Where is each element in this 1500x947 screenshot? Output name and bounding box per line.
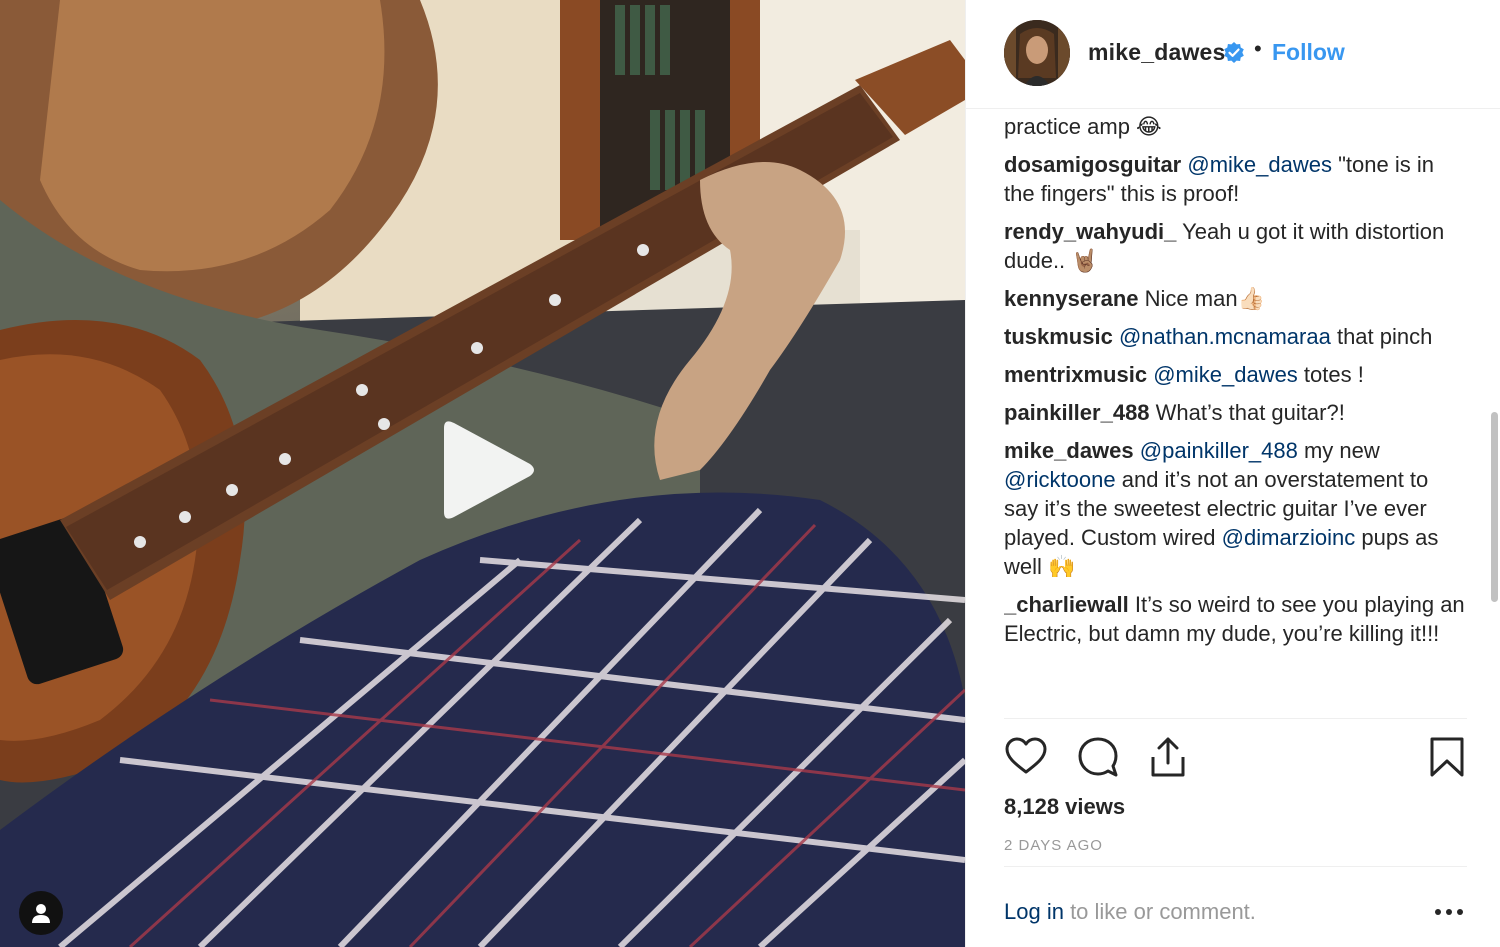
more-icon: [1435, 909, 1463, 915]
play-button[interactable]: [438, 418, 538, 522]
comment-username[interactable]: dosamigosguitar: [1004, 152, 1181, 177]
header-separator: •: [1254, 36, 1262, 61]
like-button[interactable]: [1004, 735, 1048, 781]
bookmark-button[interactable]: [1425, 735, 1469, 781]
comment-item: rendy_wahyudi_ Yeah u got it with distor…: [1004, 217, 1467, 275]
username-link[interactable]: mike_dawes: [1088, 39, 1226, 66]
bookmark-icon: [1430, 737, 1464, 777]
login-link[interactable]: Log in: [1004, 899, 1064, 924]
verified-icon: [1224, 42, 1244, 63]
share-icon: [1151, 737, 1185, 777]
comment-text: totes !: [1297, 362, 1364, 387]
comment-item: dosamigosguitar @mike_dawes "tone is in …: [1004, 150, 1467, 208]
scroll-thumb[interactable]: [1491, 412, 1498, 602]
more-options-button[interactable]: [1432, 900, 1466, 924]
view-count[interactable]: 8,128 views: [1004, 794, 1125, 820]
comment-username[interactable]: _charliewall: [1004, 592, 1129, 617]
share-button[interactable]: [1146, 735, 1190, 781]
comment-item: tuskmusic @nathan.mcnamaraa that pinch: [1004, 322, 1467, 351]
user-tag-button[interactable]: [19, 891, 63, 935]
comment-button[interactable]: [1076, 735, 1120, 781]
comment-mention[interactable]: @ricktoone: [1004, 467, 1116, 492]
comment-item: painkiller_488 What’s that guitar?!: [1004, 398, 1467, 427]
post: mike_dawes • Follow practice amp 😂 dosam…: [0, 0, 1500, 947]
login-prompt-text: to like or comment.: [1063, 899, 1256, 924]
comment-mention[interactable]: @painkiller_488: [1140, 438, 1298, 463]
comment-username[interactable]: kennyserane: [1004, 286, 1139, 311]
comment-item: mentrixmusic @mike_dawes totes !: [1004, 360, 1467, 389]
comment-item: practice amp 😂: [1004, 112, 1467, 141]
follow-button[interactable]: Follow: [1272, 39, 1345, 66]
comment-mention[interactable]: @nathan.mcnamaraa: [1119, 324, 1331, 349]
video-media[interactable]: [0, 0, 965, 947]
post-sidebar: mike_dawes • Follow practice amp 😂 dosam…: [965, 0, 1500, 947]
post-header: mike_dawes • Follow: [966, 0, 1500, 108]
comment-mention[interactable]: @dimarzioinc: [1222, 525, 1356, 550]
comment-text: my new: [1297, 438, 1380, 463]
heart-icon: [1005, 737, 1047, 774]
comments-list: practice amp 😂 dosamigosguitar @mike_daw…: [1004, 108, 1467, 717]
comment-item: _charliewall It’s so weird to see you pl…: [1004, 590, 1467, 648]
user-tag-icon: [32, 904, 50, 923]
comment-username[interactable]: rendy_wahyudi_: [1004, 219, 1176, 244]
comment-username[interactable]: tuskmusic: [1004, 324, 1113, 349]
comment-mention[interactable]: @mike_dawes: [1153, 362, 1298, 387]
comment-username[interactable]: painkiller_488: [1004, 400, 1150, 425]
comment-text: that pinch: [1330, 324, 1433, 349]
action-bar: [1004, 735, 1467, 783]
comment-username[interactable]: mentrixmusic: [1004, 362, 1147, 387]
comments-divider: [1004, 718, 1467, 719]
post-date[interactable]: 2 DAYS AGO: [1004, 837, 1103, 854]
login-prompt: Log in to like or comment.: [1004, 899, 1256, 925]
avatar-image: [1004, 20, 1070, 86]
comment-text: What’s that guitar?!: [1155, 400, 1345, 425]
comment-item: mike_dawes @painkiller_488 my new @rickt…: [1004, 436, 1467, 581]
play-icon: [444, 421, 534, 519]
comments-scrollbar[interactable]: [1488, 112, 1498, 716]
comment-mention[interactable]: @mike_dawes: [1187, 152, 1332, 177]
comment-item: kennyserane Nice man👍🏻: [1004, 284, 1467, 313]
comment-text: Nice man👍🏻: [1144, 286, 1265, 311]
comment-text: practice amp 😂: [1004, 114, 1162, 139]
comment-icon: [1078, 737, 1118, 777]
footer-divider: [1004, 866, 1467, 867]
comment-username[interactable]: mike_dawes: [1004, 438, 1134, 463]
avatar[interactable]: [1004, 20, 1070, 86]
